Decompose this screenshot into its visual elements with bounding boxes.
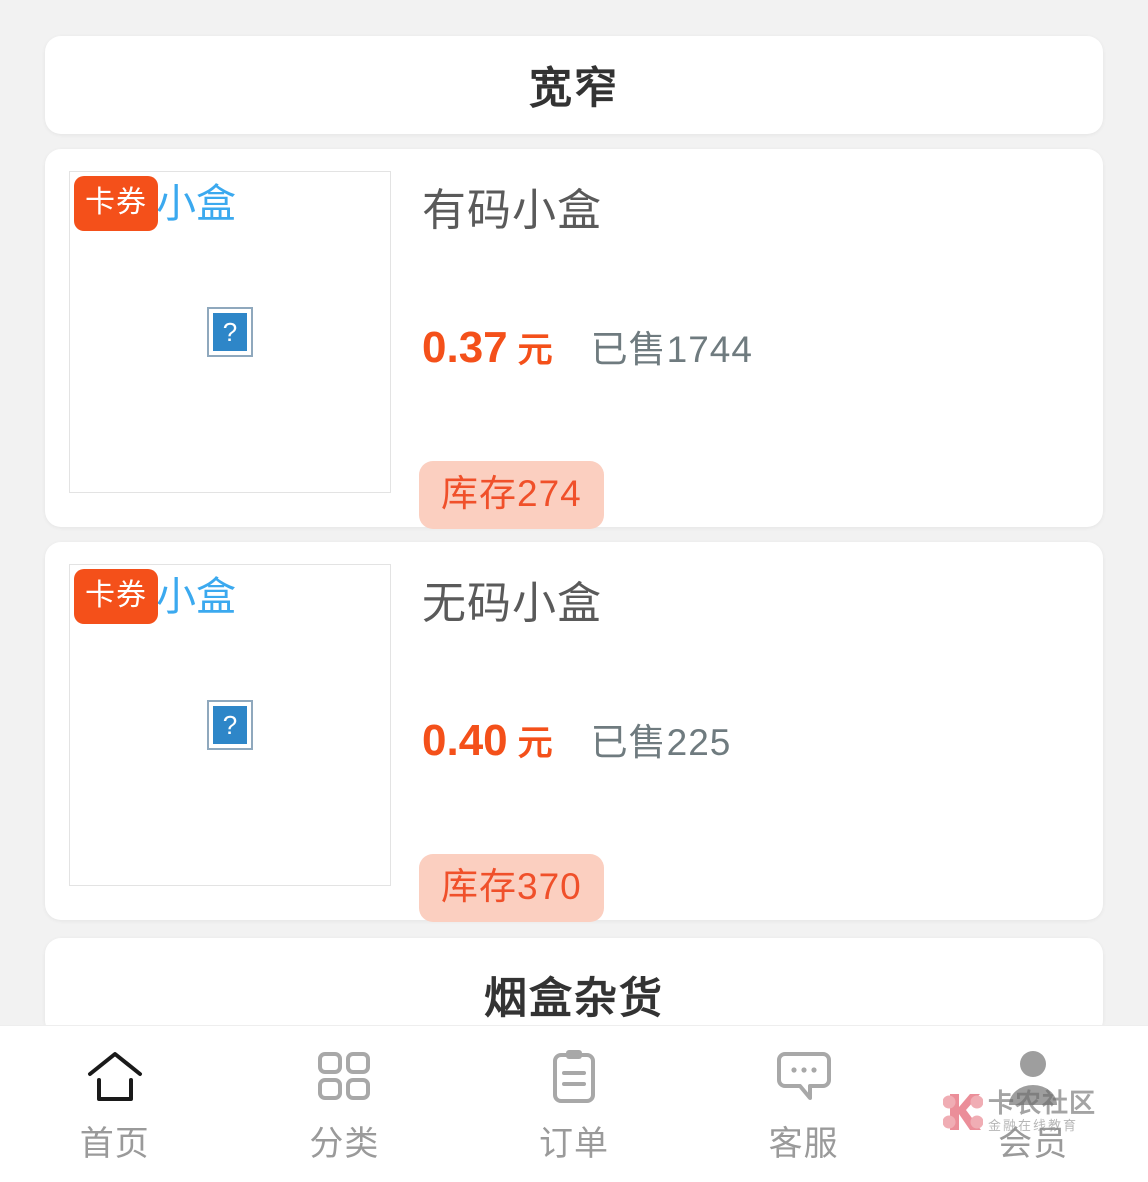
nav-item-category[interactable]: 分类 — [230, 1026, 460, 1165]
nav-label: 分类 — [309, 1125, 380, 1163]
product-info: 有码小盒 0.37 元 已售1744 库存274 — [394, 171, 1079, 529]
product-image-area[interactable]: 有码小盒 ? 卡券 — [69, 171, 394, 496]
product-price: 0.37 — [422, 323, 508, 372]
price-row: 0.37 元 已售1744 — [422, 319, 753, 373]
price-currency-unit: 元 — [517, 724, 553, 763]
product-image-area[interactable]: 无码小盒 ? 卡券 — [69, 564, 394, 889]
person-icon — [1002, 1048, 1064, 1106]
chat-icon — [773, 1048, 835, 1106]
coupon-badge: 卡券 — [74, 569, 158, 624]
nav-label: 订单 — [538, 1125, 609, 1163]
home-icon — [84, 1048, 146, 1106]
price-currency-unit: 元 — [517, 331, 553, 370]
nav-label: 首页 — [79, 1125, 150, 1163]
nav-label: 客服 — [768, 1125, 839, 1163]
bottom-navigation-bar: 首页 分类 订单 客服 会员 卡农社区 金融在线教育 — [0, 1025, 1148, 1182]
product-card[interactable]: 有码小盒 ? 卡券 有码小盒 0.37 元 已售1744 库存274 — [45, 149, 1103, 529]
section-header-kuanzhai: 宽窄 — [45, 36, 1103, 134]
coupon-badge: 卡券 — [74, 176, 158, 231]
page-scroll-area[interactable]: 宽窄 有码小盒 ? 卡券 有码小盒 0.37 元 已售1744 — [0, 0, 1148, 1025]
product-card[interactable]: 无码小盒 ? 卡券 无码小盒 0.40 元 已售225 库存370 — [45, 542, 1103, 922]
grid-icon — [313, 1048, 375, 1106]
product-title: 有码小盒 — [422, 186, 602, 235]
nav-item-member[interactable]: 会员 — [918, 1026, 1148, 1165]
nav-label: 会员 — [998, 1125, 1069, 1163]
broken-image-icon: ? — [207, 307, 253, 357]
stock-badge: 库存370 — [419, 854, 604, 922]
product-price: 0.40 — [422, 716, 508, 765]
clipboard-icon — [543, 1048, 605, 1106]
section-title: 宽窄 — [529, 65, 619, 113]
sold-count: 已售225 — [590, 722, 732, 763]
svg-text:?: ? — [223, 710, 237, 740]
nav-item-support[interactable]: 客服 — [689, 1026, 919, 1165]
price-row: 0.40 元 已售225 — [422, 712, 731, 766]
product-title: 无码小盒 — [422, 579, 602, 628]
product-info: 无码小盒 0.40 元 已售225 库存370 — [394, 564, 1079, 922]
section-title: 烟盒杂货 — [484, 975, 664, 1023]
svg-text:?: ? — [223, 317, 237, 347]
section-header-yanhezahuo: 烟盒杂货 — [45, 938, 1103, 1025]
broken-image-icon: ? — [207, 700, 253, 750]
nav-item-home[interactable]: 首页 — [0, 1026, 230, 1165]
sold-count: 已售1744 — [590, 329, 753, 370]
stock-badge: 库存274 — [419, 461, 604, 529]
nav-item-orders[interactable]: 订单 — [459, 1026, 689, 1165]
